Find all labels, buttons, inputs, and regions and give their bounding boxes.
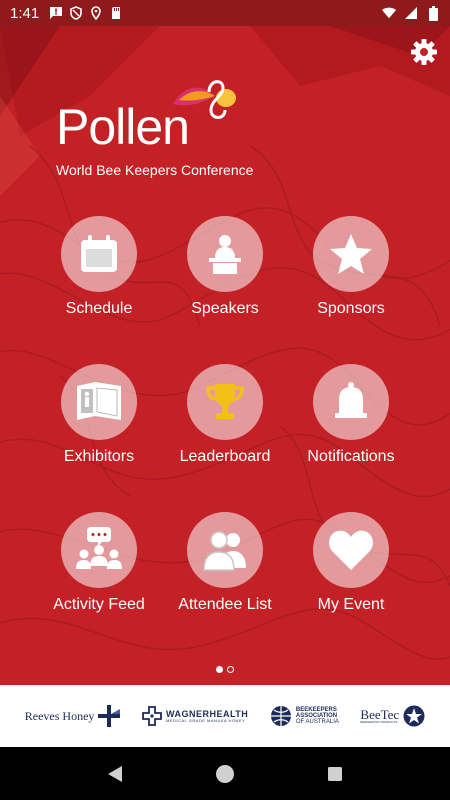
trophy-icon: [206, 384, 244, 419]
globe-icon: [270, 706, 291, 726]
menu-tile-circle: [187, 216, 263, 292]
cross-logo-icon: [98, 705, 121, 727]
menu-tile-activity-feed[interactable]: Activity Feed: [36, 512, 162, 632]
sponsor-bar: Reeves Honey WAGNERHEALTH MEDICAL GRADE …: [0, 685, 450, 747]
pollen-logo: Pollen World Bee Keepers Conference: [56, 74, 256, 184]
sd-card-icon: [109, 6, 123, 20]
status-bar: 1:41: [0, 0, 450, 26]
status-notification-icons: [49, 6, 123, 20]
wifi-icon: [382, 6, 396, 20]
sponsor-beetec[interactable]: BeeTec BEEKEEPING PRODUCTS: [360, 705, 425, 727]
sponsor-wagner-label: WAGNERHEALTH: [165, 708, 249, 719]
page-indicator: [0, 666, 450, 673]
menu-tile-label: Notifications: [307, 448, 395, 465]
nav-back-button[interactable]: [95, 754, 135, 794]
signal-icon: [404, 6, 418, 20]
menu-tile-circle: [313, 216, 389, 292]
sponsor-beetec-sublabel: BEEKEEPING PRODUCTS: [360, 720, 398, 724]
bell-icon: [335, 382, 367, 418]
menu-tile-speakers[interactable]: Speakers: [162, 216, 288, 336]
logo-tagline: World Bee Keepers Conference: [56, 162, 254, 178]
sponsor-reeves-honey[interactable]: Reeves Honey: [25, 705, 121, 727]
nav-recents-button[interactable]: [315, 754, 355, 794]
menu-tile-label: Sponsors: [317, 300, 385, 317]
shield-icon: [69, 6, 83, 20]
menu-tile-circle: [61, 512, 137, 588]
app-screen: 1:41 Pollen World Bee Keepers Conference…: [0, 0, 450, 800]
people-icon: [203, 531, 246, 571]
chat-group-icon: [76, 527, 122, 569]
menu-tile-label: Exhibitors: [63, 448, 135, 465]
menu-tile-leaderboard[interactable]: Leaderboard: [162, 364, 288, 484]
sponsor-wagner-health[interactable]: WAGNERHEALTH MEDICAL GRADE MANUKA HONEY: [142, 706, 248, 726]
medical-cross-icon: [142, 706, 162, 726]
nav-home-button[interactable]: [205, 754, 245, 794]
home-icon: [216, 764, 234, 783]
battery-icon: [426, 5, 440, 21]
logo-wordmark: Pollen: [56, 99, 190, 155]
sponsor-beekeepers-association[interactable]: BEEKEEPERS ASSOCIATION OF AUSTRALIA: [270, 705, 339, 727]
menu-tile-label: Speakers: [191, 300, 259, 317]
menu-tile-attendee-list[interactable]: Attendee List: [162, 512, 288, 632]
menu-tile-my-event[interactable]: My Event: [288, 512, 414, 632]
android-nav-bar: [0, 747, 450, 800]
settings-button[interactable]: [408, 36, 440, 68]
sponsor-reeves-label: Reeves Honey: [24, 708, 95, 723]
sponsor-wagner-sublabel: MEDICAL GRADE MANUKA HONEY: [165, 717, 246, 723]
menu-tile-circle: [61, 364, 137, 440]
menu-tile-label: Attendee List: [178, 596, 272, 613]
sponsor-bee-assoc-line1: BEEKEEPERS: [295, 706, 337, 713]
menu-tile-exhibitors[interactable]: Exhibitors: [36, 364, 162, 484]
menu-tile-label: Activity Feed: [53, 596, 145, 613]
recents-icon: [328, 766, 342, 781]
menu-tile-label: My Event: [317, 596, 385, 613]
star-badge-icon: [403, 705, 425, 727]
menu-tile-label: Leaderboard: [179, 448, 271, 465]
location-icon: [89, 6, 103, 20]
menu-tile-circle: [61, 216, 137, 292]
sponsor-bee-assoc-text: BEEKEEPERS ASSOCIATION OF AUSTRALIA: [296, 707, 339, 726]
menu-tile-circle: [187, 512, 263, 588]
page-dot-inactive[interactable]: [227, 666, 234, 673]
menu-tile-circle: [313, 512, 389, 588]
star-icon: [330, 234, 372, 274]
heart-icon: [329, 530, 373, 570]
gear-icon: [411, 39, 437, 65]
menu-tile-sponsors[interactable]: Sponsors: [288, 216, 414, 336]
menu-tile-notifications[interactable]: Notifications: [288, 364, 414, 484]
sponsor-beetec-text: BeeTec BEEKEEPING PRODUCTS: [360, 708, 399, 724]
exhibitor-booth-icon: [77, 382, 121, 420]
calendar-icon: [81, 235, 117, 272]
status-system-icons: [382, 5, 440, 21]
speaker-podium-icon: [209, 235, 241, 274]
sponsor-bee-assoc-line3: OF AUSTRALIA: [295, 719, 339, 726]
message-alert-icon: [49, 6, 63, 20]
menu-tile-schedule[interactable]: Schedule: [36, 216, 162, 336]
sponsor-wagner-text: WAGNERHEALTH MEDICAL GRADE MANUKA HONEY: [165, 708, 249, 723]
back-icon: [108, 765, 122, 782]
menu-tile-label: Schedule: [65, 300, 133, 317]
menu-tile-circle: [187, 364, 263, 440]
page-dot-active[interactable]: [216, 666, 223, 673]
status-time: 1:41: [10, 4, 40, 22]
home-dashboard: Pollen World Bee Keepers Conference Sche…: [0, 26, 450, 685]
menu-tile-circle: [313, 364, 389, 440]
